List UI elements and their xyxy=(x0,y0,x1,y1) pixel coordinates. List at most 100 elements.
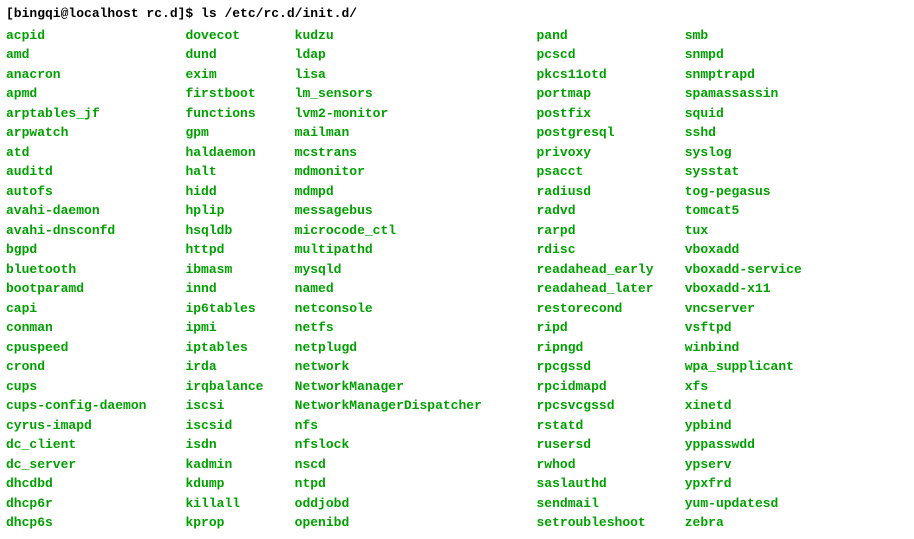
ls-entry: zebra xyxy=(685,513,818,533)
ls-entry: syslog xyxy=(685,143,818,163)
ls-entry: tog-pegasus xyxy=(685,182,818,202)
ls-entry: bgpd xyxy=(6,240,185,260)
ls-column-1: dovecot dund exim firstboot functions gp… xyxy=(185,26,294,533)
ls-entry: netfs xyxy=(295,318,537,338)
ls-entry: dc_client xyxy=(6,435,185,455)
ls-entry: winbind xyxy=(685,338,818,358)
ls-entry: tux xyxy=(685,221,818,241)
ls-entry: innd xyxy=(185,279,294,299)
ls-entry: nfs xyxy=(295,416,537,436)
ls-entry: vboxadd-service xyxy=(685,260,818,280)
ls-entry: httpd xyxy=(185,240,294,260)
ls-column-0: acpid amd anacron apmd arptables_jf arpw… xyxy=(6,26,185,533)
ls-entry: ip6tables xyxy=(185,299,294,319)
ls-entry: pcscd xyxy=(537,45,685,65)
shell-prompt: [bingqi@localhost rc.d]$ xyxy=(6,6,201,21)
ls-entry: arptables_jf xyxy=(6,104,185,124)
shell-prompt-line: [bingqi@localhost rc.d]$ ls /etc/rc.d/in… xyxy=(6,4,908,24)
ls-entry: dc_server xyxy=(6,455,185,475)
ls-entry: dovecot xyxy=(185,26,294,46)
ls-entry: ripd xyxy=(537,318,685,338)
ls-entry: haldaemon xyxy=(185,143,294,163)
ls-entry: snmpd xyxy=(685,45,818,65)
ls-entry: sendmail xyxy=(537,494,685,514)
ls-entry: sshd xyxy=(685,123,818,143)
ls-entry: mdmpd xyxy=(295,182,537,202)
ls-entry: cups-config-daemon xyxy=(6,396,185,416)
ls-entry: hidd xyxy=(185,182,294,202)
ls-entry: acpid xyxy=(6,26,185,46)
ls-entry: dhcp6s xyxy=(6,513,185,533)
ls-entry: oddjobd xyxy=(295,494,537,514)
ls-entry: portmap xyxy=(537,84,685,104)
ls-entry: exim xyxy=(185,65,294,85)
ls-entry: capi xyxy=(6,299,185,319)
ls-entry: readahead_early xyxy=(537,260,685,280)
ls-entry: anacron xyxy=(6,65,185,85)
ls-entry: multipathd xyxy=(295,240,537,260)
ls-entry: setroubleshoot xyxy=(537,513,685,533)
ls-entry: vsftpd xyxy=(685,318,818,338)
ls-entry: lvm2-monitor xyxy=(295,104,537,124)
ls-entry: rpcidmapd xyxy=(537,377,685,397)
ls-entry: yum-updatesd xyxy=(685,494,818,514)
ls-entry: mcstrans xyxy=(295,143,537,163)
ls-entry: amd xyxy=(6,45,185,65)
ls-entry: killall xyxy=(185,494,294,514)
ls-entry: network xyxy=(295,357,537,377)
ls-entry: autofs xyxy=(6,182,185,202)
ls-column-4: smb snmpd snmptrapd spamassassin squid s… xyxy=(685,26,818,533)
ls-entry: bootparamd xyxy=(6,279,185,299)
ls-entry: NetworkManagerDispatcher xyxy=(295,396,537,416)
ls-entry: ripngd xyxy=(537,338,685,358)
ls-entry: netconsole xyxy=(295,299,537,319)
ls-entry: iscsi xyxy=(185,396,294,416)
ls-entry: kudzu xyxy=(295,26,537,46)
ls-entry: rdisc xyxy=(537,240,685,260)
ls-entry: netplugd xyxy=(295,338,537,358)
ls-entry: conman xyxy=(6,318,185,338)
ls-entry: halt xyxy=(185,162,294,182)
ls-entry: spamassassin xyxy=(685,84,818,104)
ls-entry: named xyxy=(295,279,537,299)
shell-command: ls /etc/rc.d/init.d/ xyxy=(201,6,357,21)
ls-entry: ypxfrd xyxy=(685,474,818,494)
ls-entry: kadmin xyxy=(185,455,294,475)
ls-entry: openibd xyxy=(295,513,537,533)
ls-column-3: pand pcscd pkcs11otd portmap postfix pos… xyxy=(537,26,685,533)
ls-entry: rstatd xyxy=(537,416,685,436)
ls-entry: kprop xyxy=(185,513,294,533)
ls-entry: mailman xyxy=(295,123,537,143)
ls-entry: xfs xyxy=(685,377,818,397)
ls-entry: apmd xyxy=(6,84,185,104)
ls-entry: isdn xyxy=(185,435,294,455)
ls-output: acpid amd anacron apmd arptables_jf arpw… xyxy=(6,26,908,533)
ls-entry: ypbind xyxy=(685,416,818,436)
ls-entry: kdump xyxy=(185,474,294,494)
ls-entry: ypserv xyxy=(685,455,818,475)
ls-entry: rwhod xyxy=(537,455,685,475)
ls-entry: radvd xyxy=(537,201,685,221)
ls-entry: hplip xyxy=(185,201,294,221)
ls-entry: snmptrapd xyxy=(685,65,818,85)
ls-entry: avahi-daemon xyxy=(6,201,185,221)
ls-entry: messagebus xyxy=(295,201,537,221)
ls-entry: rpcgssd xyxy=(537,357,685,377)
ls-entry: privoxy xyxy=(537,143,685,163)
ls-entry: vboxadd-x11 xyxy=(685,279,818,299)
ls-entry: ibmasm xyxy=(185,260,294,280)
ls-entry: cyrus-imapd xyxy=(6,416,185,436)
ls-entry: ntpd xyxy=(295,474,537,494)
ls-entry: arpwatch xyxy=(6,123,185,143)
ls-entry: crond xyxy=(6,357,185,377)
ls-entry: pkcs11otd xyxy=(537,65,685,85)
ls-entry: irqbalance xyxy=(185,377,294,397)
ls-entry: cpuspeed xyxy=(6,338,185,358)
ls-entry: postgresql xyxy=(537,123,685,143)
ls-entry: mdmonitor xyxy=(295,162,537,182)
ls-entry: yppasswdd xyxy=(685,435,818,455)
ls-entry: irda xyxy=(185,357,294,377)
ls-entry: lisa xyxy=(295,65,537,85)
ls-entry: postfix xyxy=(537,104,685,124)
ls-entry: ipmi xyxy=(185,318,294,338)
